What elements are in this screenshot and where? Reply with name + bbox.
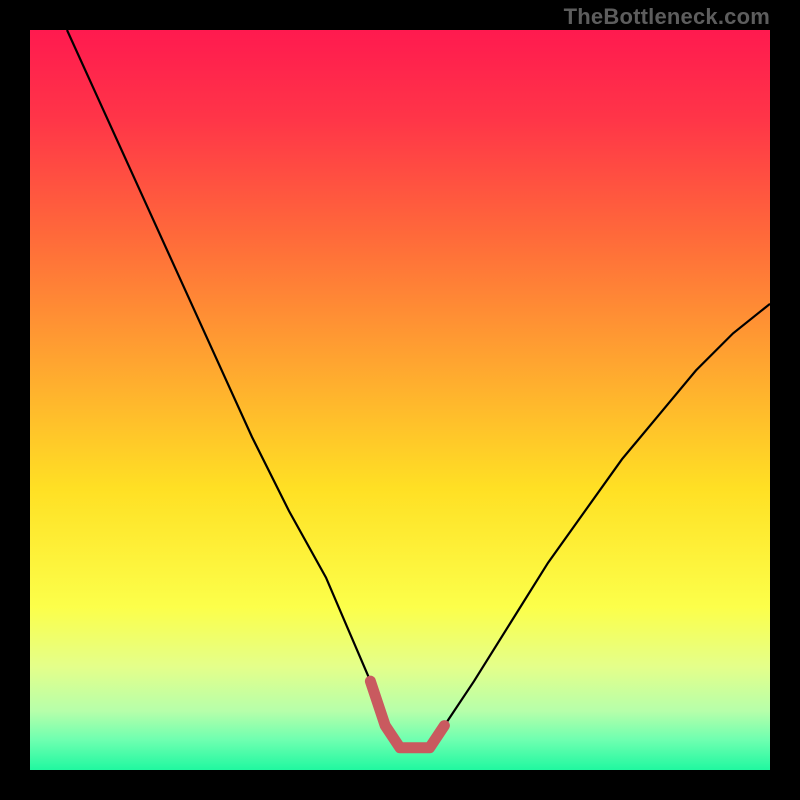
gradient-background: [30, 30, 770, 770]
chart-frame: TheBottleneck.com: [0, 0, 800, 800]
chart-plot-area: [30, 30, 770, 770]
chart-svg: [30, 30, 770, 770]
watermark-label: TheBottleneck.com: [564, 4, 770, 30]
